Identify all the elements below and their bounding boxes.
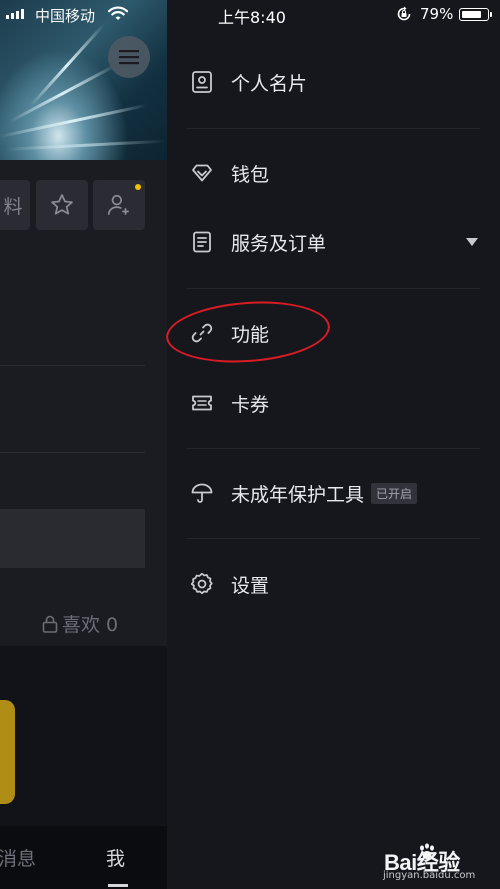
favorites-button[interactable] [36,180,88,230]
lock-icon [42,615,58,633]
edit-profile-label: 料 [3,195,23,218]
drawer-item-coupons[interactable]: 卡券 [187,383,487,423]
divider [0,452,145,453]
order-list-icon [193,231,211,253]
drawer-item-label: 服务及订单 [231,232,327,255]
profile-page-background: 料 喜欢 0 消息 我 [0,0,167,889]
add-friend-button[interactable] [93,180,145,230]
divider [0,365,145,366]
gear-icon [190,572,213,595]
menu-button[interactable] [108,36,150,78]
nav-me[interactable]: 我 [106,844,125,871]
drawer-item-label: 个人名片 [231,72,308,95]
divider [187,128,480,129]
signal-strength-icon [6,9,24,19]
divider [187,538,480,539]
side-drawer: 个人名片 钱包 服务及订单 功能 卡券 未成年保护工具 已开启 设置 [167,0,500,889]
chevron-down-icon[interactable] [465,236,479,248]
ticket-icon [192,395,212,411]
add-user-icon [107,194,129,215]
paw-icon [420,843,434,859]
drawer-item-business-card[interactable]: 个人名片 [187,62,487,102]
rotation-lock-icon [397,6,411,21]
nav-active-indicator [108,884,128,887]
status-badge: 已开启 [371,482,418,504]
battery-percentage: 79% [420,5,454,23]
baidu-jingyan-watermark: Bai经验 jingyan.baidu.com [383,840,495,886]
hamburger-icon [119,50,139,65]
status-bar: 中国移动 上午8:40 79% [0,0,500,28]
umbrella-icon [191,483,213,503]
id-card-icon [192,71,212,93]
wifi-icon [108,6,128,20]
likes-label: 喜欢 0 [62,614,119,636]
drawer-item-wallet[interactable]: 钱包 [187,153,487,193]
likes-tab[interactable]: 喜欢 0 [42,610,118,637]
profile-info-box [0,509,145,568]
drawer-item-label: 设置 [231,574,270,597]
edit-profile-button[interactable]: 料 [0,180,30,230]
nav-messages[interactable]: 消息 [0,844,36,871]
battery-icon [459,8,489,21]
divider [187,448,480,449]
clock: 上午8:40 [218,8,286,27]
divider [187,288,480,289]
star-icon [51,194,73,215]
drawer-item-label: 卡券 [231,393,270,416]
carrier-name: 中国移动 [35,7,96,25]
drawer-item-settings[interactable]: 设置 [187,564,487,604]
drawer-item-services-orders[interactable]: 服务及订单 [187,222,487,262]
bottom-nav: 消息 我 [0,826,167,889]
drawer-item-label: 钱包 [231,163,270,186]
watermark-url: jingyan.baidu.com [383,870,476,881]
wallet-diamond-icon [192,164,212,182]
drawer-item-label: 未成年保护工具 [231,483,365,506]
promo-card[interactable] [0,700,15,804]
content-area [0,646,167,826]
notification-dot [135,184,141,190]
drawer-item-minor-protection[interactable]: 未成年保护工具 已开启 [187,473,487,513]
